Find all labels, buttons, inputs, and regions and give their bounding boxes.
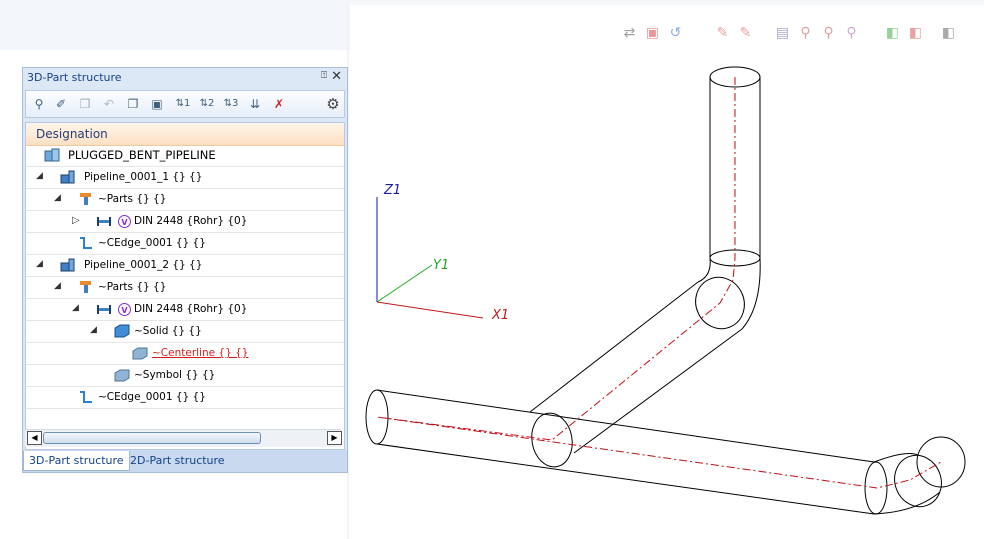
3d-viewport[interactable]: Z1 Y1 X1 — [350, 40, 984, 539]
tree-label: PLUGGED_BENT_PIPELINE — [68, 148, 216, 162]
sort-down-icon[interactable]: ⇊ — [246, 95, 264, 113]
tree-row-symbol[interactable]: ~Symbol {} {} — [26, 365, 344, 387]
pipe-part-icon — [96, 214, 112, 228]
panel-title-bar: 3D-Part structure ⍐ ✕ — [23, 68, 347, 88]
solid-icon — [114, 324, 130, 338]
scrollbar-thumb[interactable] — [43, 432, 261, 444]
x-axis-line — [376, 301, 484, 319]
tree-label: ~CEdge_0001 {} {} — [98, 237, 206, 249]
tab-2d-part-structure[interactable]: 2D-Part structure — [125, 451, 230, 471]
tree-label: Pipeline_0001_1 {} {} — [84, 171, 203, 183]
tree-row-parts-2[interactable]: ◢ ~Parts {} {} — [26, 277, 344, 299]
centerline-icon — [132, 346, 148, 360]
settings-icon[interactable]: ⚙ — [324, 95, 342, 113]
parts-icon — [78, 192, 94, 206]
designation-column-header[interactable]: Designation — [26, 123, 344, 146]
variant-badge-icon: V — [118, 215, 131, 228]
pipe-edge — [529, 281, 699, 413]
part-structure-panel: 3D-Part structure ⍐ ✕ ⚲ ✐ ❐ ↶ ❐ ▣ ⇅1 ⇅2 … — [22, 67, 348, 473]
bend-edge — [697, 257, 711, 283]
collapse-arrow-icon[interactable]: ◢ — [90, 325, 97, 335]
pipe-edge — [376, 389, 875, 463]
tree-row-pipeline-1[interactable]: ◢ Pipeline_0001_1 {} {} — [26, 167, 344, 189]
parts-icon — [78, 280, 94, 294]
x-axis-label: X1 — [491, 308, 509, 323]
bend-ring — [531, 412, 573, 468]
paste-icon[interactable]: ❐ — [124, 95, 142, 113]
pipe-edge — [573, 328, 743, 454]
tree-row-parts-1[interactable]: ◢ ~Parts {} {} — [26, 189, 344, 211]
edge-icon — [78, 236, 94, 250]
tree-label: ~Symbol {} {} — [134, 369, 216, 381]
clipboard-icon[interactable]: ▣ — [148, 95, 166, 113]
top-strip — [350, 0, 984, 5]
delete-attribute-icon[interactable]: ✗ — [270, 95, 288, 113]
tree-label: ~Solid {} {} — [134, 325, 202, 337]
tree-label: DIN 2448 {Rohr} {0} — [134, 215, 248, 227]
edge-icon — [78, 390, 94, 404]
sort-1-icon[interactable]: ⇅1 — [174, 95, 192, 113]
column-header-label: Designation — [36, 127, 108, 141]
scroll-left-icon[interactable]: ◀ — [27, 431, 42, 445]
bend-edge — [741, 257, 761, 330]
panel-title: 3D-Part structure — [27, 71, 122, 84]
panel-tabs: 3D-Part structure 2D-Part structure — [23, 450, 347, 472]
pipeline-model — [365, 66, 966, 515]
collapse-arrow-icon[interactable]: ◢ — [72, 303, 79, 313]
tree-row-root[interactable]: PLUGGED_BENT_PIPELINE — [26, 145, 344, 167]
tree-label: Pipeline_0001_2 {} {} — [84, 259, 203, 271]
tree-label: ~CEdge_0001 {} {} — [98, 391, 206, 403]
undo-icon[interactable]: ↶ — [100, 95, 118, 113]
tree-row-din-2[interactable]: ◢ V DIN 2448 {Rohr} {0} — [26, 299, 344, 321]
copy-icon[interactable]: ❐ — [76, 95, 94, 113]
symbol-icon — [114, 368, 130, 382]
tree-label: DIN 2448 {Rohr} {0} — [134, 303, 248, 315]
find-icon[interactable]: ⚲ — [30, 95, 48, 113]
tree-row-centerline[interactable]: ~Centerline {} {} — [26, 343, 344, 365]
assembly-icon — [44, 148, 60, 162]
y-axis-label: Y1 — [433, 258, 449, 273]
tree-label: ~Centerline {} {} — [152, 347, 249, 359]
structure-tree: Designation PLUGGED_BENT_PIPELINE ◢ Pipe… — [25, 122, 345, 450]
tree-row-cedge-1[interactable]: ~CEdge_0001 {} {} — [26, 233, 344, 255]
expand-arrow-icon[interactable]: ▷ — [72, 215, 80, 226]
close-icon[interactable]: ✕ — [331, 69, 342, 84]
sort-3-icon[interactable]: ⇅3 — [222, 95, 240, 113]
collapse-arrow-icon[interactable]: ◢ — [54, 193, 61, 203]
collapse-arrow-icon[interactable]: ◢ — [36, 171, 43, 181]
tab-3d-part-structure[interactable]: 3D-Part structure — [23, 451, 130, 471]
pipe-part-icon — [96, 302, 112, 316]
y-axis-line — [376, 264, 433, 303]
bend-edge — [873, 453, 919, 463]
pin-icon[interactable]: ⍐ — [321, 70, 327, 81]
assign-icon[interactable]: ✐ — [52, 95, 70, 113]
collapse-arrow-icon[interactable]: ◢ — [54, 281, 61, 291]
collapse-arrow-icon[interactable]: ◢ — [36, 259, 43, 269]
scroll-right-icon[interactable]: ▶ — [327, 431, 342, 445]
pipe-edge — [376, 443, 875, 515]
pipeline-icon — [60, 258, 76, 272]
panel-toolbar: ⚲ ✐ ❐ ↶ ❐ ▣ ⇅1 ⇅2 ⇅3 ⇊ ✗ ⚙ — [25, 90, 345, 118]
background-toolbar — [0, 0, 350, 50]
sort-2-icon[interactable]: ⇅2 — [198, 95, 216, 113]
tree-row-din-1[interactable]: ▷ V DIN 2448 {Rohr} {0} — [26, 211, 344, 233]
variant-badge-icon: V — [118, 303, 131, 316]
tree-row-pipeline-2[interactable]: ◢ Pipeline_0001_2 {} {} — [26, 255, 344, 277]
centerline-path — [376, 77, 942, 489]
axis-triad: Z1 Y1 X1 — [376, 183, 509, 323]
tree-label: ~Parts {} {} — [98, 193, 167, 205]
pipeline-icon — [60, 170, 76, 184]
horizontal-scrollbar[interactable]: ◀ ▶ — [25, 429, 342, 447]
tree-row-cedge-2[interactable]: ~CEdge_0001 {} {} — [26, 387, 344, 409]
pipe-end-left — [365, 389, 389, 445]
bend-ring — [894, 454, 942, 508]
z-axis-label: Z1 — [383, 183, 401, 198]
tree-label: ~Parts {} {} — [98, 281, 167, 293]
tree-row-solid[interactable]: ◢ ~Solid {} {} — [26, 321, 344, 343]
